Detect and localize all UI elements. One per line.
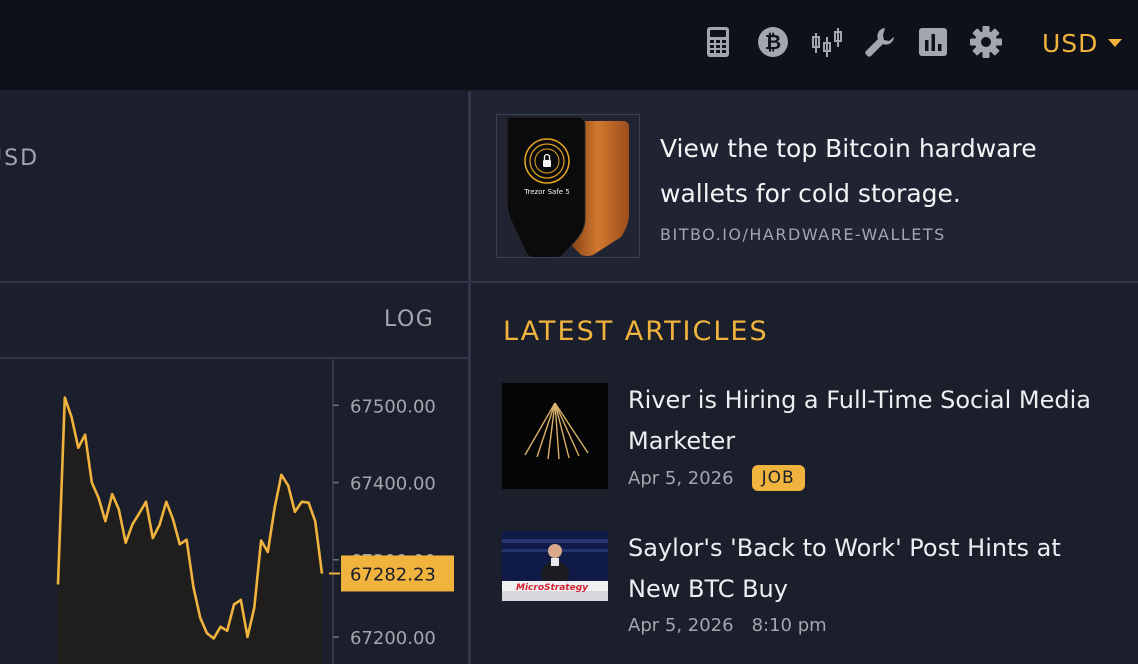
bitcoin-icon[interactable]: ₿ xyxy=(755,24,791,60)
ad-url[interactable]: BITBO.IO/HARDWARE-WALLETS xyxy=(660,225,946,244)
price-chart: 67500.0067400.0067300.0067200.0067282.23 xyxy=(0,359,469,664)
currency-label: USD xyxy=(1042,28,1099,58)
river-logo xyxy=(524,402,589,460)
candlestick-icon[interactable] xyxy=(809,24,845,60)
ad-device-label: Trezor Safe 5 xyxy=(524,188,570,196)
svg-text:₿: ₿ xyxy=(765,30,781,54)
app-root: ₿ USD SD LOG 67500.00 67400.00 67200.00 … xyxy=(0,0,1138,664)
article-meta: Apr 5, 2026 8:10 pm xyxy=(628,615,827,636)
article-title[interactable]: River is Hiring a Full-Time Social Media… xyxy=(628,380,1098,462)
panel-divider-left xyxy=(0,281,468,283)
article-thumbnail[interactable] xyxy=(502,383,608,489)
panel-divider-right xyxy=(471,281,1138,283)
price-panel xyxy=(0,91,469,281)
article-date: Apr 5, 2026 xyxy=(628,615,734,636)
article-title[interactable]: Saylor's 'Back to Work' Post Hints at Ne… xyxy=(628,528,1098,610)
article-tag-badge[interactable]: JOB xyxy=(751,465,805,491)
ad-title[interactable]: View the top Bitcoin hardware wallets fo… xyxy=(660,126,1080,216)
caret-down-icon xyxy=(1108,39,1123,47)
article-meta: Apr 5, 2026 JOB xyxy=(628,465,805,491)
price-chart-svg: 67500.0067400.0067300.0067200.0067282.23 xyxy=(56,359,454,664)
y-tick-label: 67200.00 xyxy=(350,628,436,649)
price-area-fill xyxy=(58,397,322,664)
article-date: Apr 5, 2026 xyxy=(628,467,734,489)
log-scale-toggle[interactable]: LOG xyxy=(384,307,434,332)
bar-chart-icon[interactable] xyxy=(915,24,951,60)
microstrategy-banner: MicroStrategy xyxy=(516,583,589,593)
latest-articles-heading: LATEST ARTICLES xyxy=(503,316,769,347)
y-tick-label: 67400.00 xyxy=(350,474,436,495)
article-time: 8:10 pm xyxy=(751,615,827,636)
price-currency-label: USD xyxy=(0,146,40,171)
article-thumbnail[interactable]: MicroStrategy xyxy=(502,531,608,601)
gear-icon[interactable] xyxy=(968,24,1004,60)
ad-image[interactable]: Trezor Safe 5 xyxy=(496,114,640,258)
top-bar: ₿ USD xyxy=(0,0,1138,90)
wrench-icon[interactable] xyxy=(862,24,898,60)
y-tick-label: 67500.00 xyxy=(350,396,436,417)
currency-selector[interactable]: USD xyxy=(1042,26,1123,60)
current-price-label: 67282.23 xyxy=(350,564,436,585)
calculator-icon[interactable] xyxy=(700,24,736,60)
